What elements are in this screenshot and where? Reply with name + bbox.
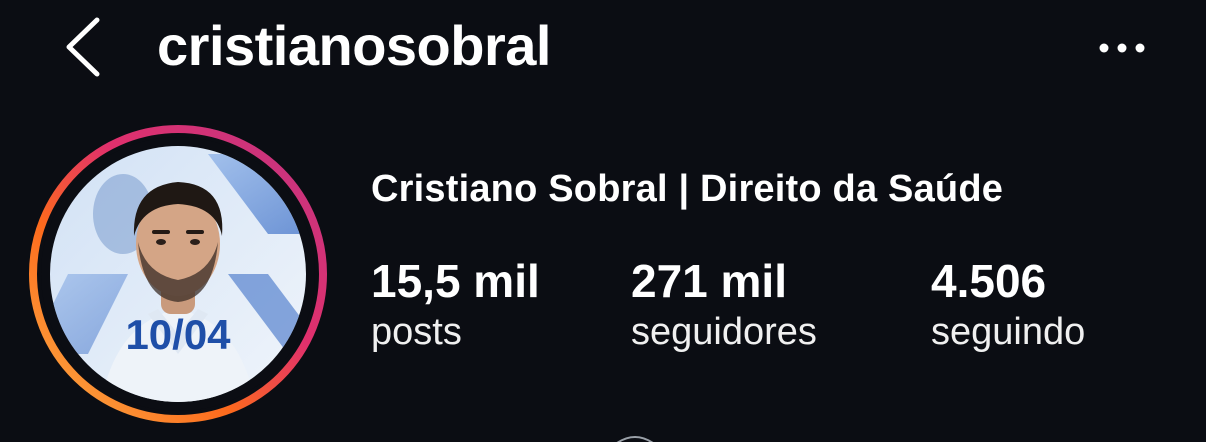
followers-value: 271 mil: [631, 255, 787, 307]
avatar-date-text: 10/04: [125, 311, 231, 358]
chevron-left-icon: [66, 17, 100, 77]
highlight-edge-hint: [613, 430, 657, 442]
profile-avatar[interactable]: 10/04: [28, 124, 328, 424]
following-label: seguindo: [931, 310, 1086, 353]
profile-header: cristianosobral: [0, 0, 1206, 100]
following-count[interactable]: 4.506 seguindo: [931, 255, 1085, 357]
posts-value: 15,5 mil: [371, 255, 540, 307]
posts-label: posts: [371, 310, 462, 353]
following-value: 4.506: [931, 255, 1047, 307]
more-options-button[interactable]: [1092, 30, 1152, 66]
followers-count[interactable]: 271 mil seguidores: [631, 255, 817, 357]
more-horizontal-icon: [1099, 43, 1145, 53]
avatar-image: 10/04: [29, 125, 327, 423]
profile-username: cristianosobral: [157, 14, 551, 77]
followers-label: seguidores: [631, 310, 817, 353]
posts-count[interactable]: 15,5 mil posts: [371, 255, 540, 357]
back-button[interactable]: [55, 14, 115, 80]
profile-display-name: Cristiano Sobral | Direito da Saúde: [371, 168, 1004, 210]
